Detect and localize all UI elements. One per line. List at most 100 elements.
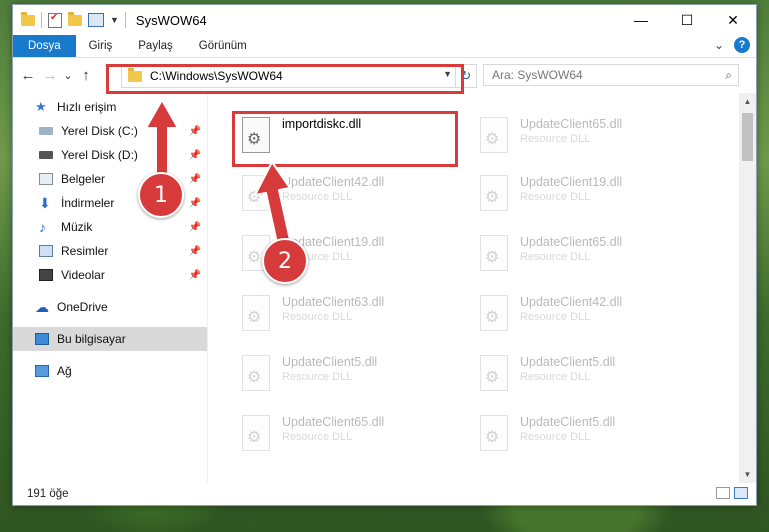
divider — [124, 12, 126, 28]
scroll-thumb[interactable] — [742, 113, 753, 161]
tab-file[interactable]: Dosya — [13, 35, 76, 57]
file-name: UpdateClient5.dll — [282, 355, 378, 369]
cloud-icon: ☁ — [35, 299, 49, 315]
customize-toolbar-icon[interactable]: ▼ — [110, 15, 119, 25]
maximize-button[interactable]: ☐ — [664, 5, 710, 35]
expand-ribbon-icon[interactable]: ⌄ — [714, 38, 724, 52]
drive-icon — [39, 127, 53, 135]
pin-icon[interactable]: 📌 — [189, 150, 201, 161]
window-title: SysWOW64 — [135, 12, 207, 28]
vertical-scrollbar[interactable]: ▲ ▼ — [739, 93, 756, 483]
sidebar-item-videos[interactable]: Videolar 📌 — [13, 263, 207, 287]
file-type: Resource DLL — [520, 191, 591, 203]
documents-icon — [39, 173, 53, 185]
navigation-pane: ★ Hızlı erişim Yerel Disk (C:) 📌 Yerel D… — [13, 93, 208, 483]
recent-locations-icon[interactable]: ⌄ — [61, 69, 75, 82]
properties-check-icon[interactable] — [48, 12, 62, 28]
search-icon: ⌕ — [725, 68, 732, 82]
list-item[interactable]: ⚙ UpdateClient42.dll Resource DLL — [470, 289, 700, 341]
dll-file-icon: ⚙ — [238, 415, 274, 457]
sidebar-item-quick-access[interactable]: ★ Hızlı erişim — [13, 95, 207, 119]
file-type: Resource DLL — [520, 371, 591, 383]
sidebar-item-onedrive[interactable]: ☁ OneDrive — [13, 295, 207, 319]
file-name: UpdateClient42.dll — [520, 295, 623, 309]
sidebar-item-music[interactable]: ♪ Müzik 📌 — [13, 215, 207, 239]
pin-icon[interactable]: 📌 — [189, 270, 201, 281]
pin-icon[interactable]: 📌 — [189, 222, 201, 233]
list-item[interactable]: ⚙ UpdateClient5.dll Resource DLL — [470, 349, 700, 401]
file-type: Resource DLL — [282, 311, 353, 323]
new-folder-icon[interactable] — [68, 11, 82, 26]
file-type: Resource DLL — [282, 431, 353, 443]
dll-file-icon: ⚙ — [476, 235, 512, 277]
step-2-badge: 2 — [262, 238, 308, 284]
file-type: Resource DLL — [520, 251, 591, 263]
tiles-view-icon[interactable] — [734, 487, 748, 499]
up-button[interactable]: ↑ — [75, 67, 97, 84]
pin-icon[interactable]: 📌 — [189, 174, 201, 185]
title-bar: ▼ SysWOW64 — ☐ ✕ — [13, 5, 756, 35]
dll-file-icon: ⚙ — [238, 175, 274, 217]
sidebar-item-label: Hızlı erişim — [57, 100, 117, 114]
sidebar-item-disk-c[interactable]: Yerel Disk (C:) 📌 — [13, 119, 207, 143]
file-name: UpdateClient19.dll — [520, 175, 623, 189]
file-highlight-box — [232, 111, 458, 167]
dll-file-icon: ⚙ — [476, 295, 512, 337]
status-bar: 191 öğe — [13, 483, 756, 505]
help-icon[interactable]: ? — [734, 37, 750, 53]
properties-icon[interactable] — [88, 13, 104, 27]
sidebar-item-label: Bu bilgisayar — [57, 332, 126, 346]
list-item[interactable]: ⚙ UpdateClient5.dll Resource DLL — [232, 349, 462, 401]
dll-file-icon: ⚙ — [238, 355, 274, 397]
file-name: UpdateClient65.dll — [282, 415, 385, 429]
folder-icon — [21, 11, 35, 26]
file-type: Resource DLL — [282, 371, 353, 383]
file-name: UpdateClient63.dll — [282, 295, 385, 309]
sidebar-item-pictures[interactable]: Resimler 📌 — [13, 239, 207, 263]
scroll-up-icon[interactable]: ▲ — [739, 93, 756, 110]
address-highlight-box — [106, 64, 464, 94]
ribbon-tabs: Dosya Giriş Paylaş Görünüm ⌄ ? — [13, 35, 756, 58]
back-button[interactable]: ← — [17, 67, 39, 84]
sidebar-item-disk-d[interactable]: Yerel Disk (D:) 📌 — [13, 143, 207, 167]
file-name: UpdateClient65.dll — [520, 235, 623, 249]
sidebar-item-label: Belgeler — [61, 172, 106, 186]
network-icon — [35, 365, 49, 377]
pin-icon[interactable]: 📌 — [189, 246, 201, 257]
tab-share[interactable]: Paylaş — [125, 35, 186, 57]
dll-file-icon: ⚙ — [476, 117, 512, 159]
file-type: Resource DLL — [282, 191, 353, 203]
file-type: Resource DLL — [520, 311, 591, 323]
close-button[interactable]: ✕ — [710, 5, 756, 35]
dll-file-icon: ⚙ — [476, 415, 512, 457]
tab-view[interactable]: Görünüm — [186, 35, 260, 57]
star-icon: ★ — [35, 99, 47, 114]
details-view-icon[interactable] — [716, 487, 730, 499]
file-type: Resource DLL — [520, 133, 591, 145]
file-name: UpdateClient65.dll — [520, 117, 623, 131]
sidebar-item-label: Müzik — [61, 220, 93, 234]
sidebar-item-label: Ağ — [57, 364, 72, 378]
quick-access-toolbar: ▼ — [13, 11, 126, 28]
pin-icon[interactable]: 📌 — [189, 198, 201, 209]
list-item[interactable]: ⚙ UpdateClient65.dll Resource DLL — [470, 229, 700, 281]
list-item[interactable]: ⚙ UpdateClient65.dll Resource DLL — [470, 111, 700, 163]
forward-button[interactable]: → — [39, 67, 61, 84]
file-name: UpdateClient5.dll — [520, 415, 616, 429]
list-item[interactable]: ⚙ UpdateClient65.dll Resource DLL — [232, 409, 462, 461]
sidebar-item-this-pc[interactable]: Bu bilgisayar — [13, 327, 207, 351]
list-item[interactable]: ⚙ UpdateClient5.dll Resource DLL — [470, 409, 700, 461]
scroll-down-icon[interactable]: ▼ — [739, 466, 756, 483]
list-item[interactable]: ⚙ UpdateClient63.dll Resource DLL — [232, 289, 462, 341]
minimize-button[interactable]: — — [618, 5, 664, 35]
list-item[interactable]: ⚙ UpdateClient19.dll Resource DLL — [470, 169, 700, 221]
computer-icon — [35, 333, 49, 345]
sidebar-item-network[interactable]: Ağ — [13, 359, 207, 383]
download-icon: ⬇ — [39, 195, 51, 211]
list-item[interactable]: ⚙ UpdateClient42.dll Resource DLL — [232, 169, 462, 221]
dll-file-icon: ⚙ — [476, 355, 512, 397]
tab-home[interactable]: Giriş — [76, 35, 126, 57]
pin-icon[interactable]: 📌 — [189, 126, 201, 137]
search-input[interactable]: Ara: SysWOW64 ⌕ — [483, 64, 739, 86]
divider — [41, 12, 42, 28]
